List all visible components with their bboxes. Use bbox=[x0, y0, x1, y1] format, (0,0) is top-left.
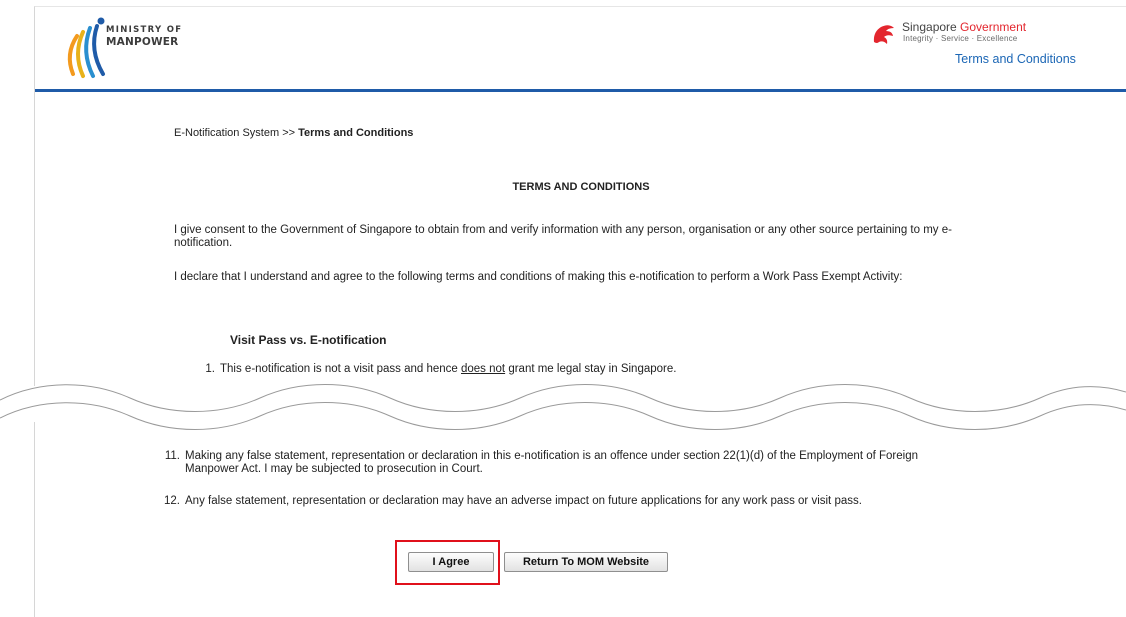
list-item-text-before: This e-notification is not a visit pass … bbox=[220, 363, 461, 375]
breadcrumb-root: E-Notification System >> bbox=[174, 127, 299, 139]
lion-head-icon bbox=[873, 25, 894, 44]
sg-gov-title-part2: Government bbox=[960, 20, 1027, 34]
mom-logo-line2: MANPOWER bbox=[106, 36, 179, 48]
consent-paragraph: I give consent to the Government of Sing… bbox=[174, 224, 952, 249]
list-item-text: This e-notification is not a visit pass … bbox=[220, 363, 676, 376]
breadcrumb: E-Notification System >> Terms and Condi… bbox=[174, 127, 413, 139]
list-item-number: 1. bbox=[205, 363, 215, 375]
list-item-text: Any false statement, representation or d… bbox=[185, 495, 862, 507]
mom-logo-line1: MINISTRY OF bbox=[106, 25, 183, 35]
content-break-wave bbox=[0, 384, 1126, 430]
sg-gov-title: Singapore Government bbox=[902, 20, 1026, 34]
declaration-paragraph: I declare that I understand and agree to… bbox=[174, 271, 903, 283]
terms-and-conditions-link[interactable]: Terms and Conditions bbox=[955, 52, 1076, 66]
list-item-number: 12. bbox=[164, 495, 180, 507]
agree-button[interactable]: I Agree bbox=[408, 552, 494, 572]
page-title: TERMS AND CONDITIONS bbox=[512, 181, 650, 193]
list-item-underlined: does not bbox=[461, 363, 506, 375]
breadcrumb-current: Terms and Conditions bbox=[298, 127, 414, 139]
mom-logo-text: MINISTRY OF MANPOWER bbox=[106, 24, 182, 48]
header-divider bbox=[35, 89, 1126, 92]
header: MINISTRY OF MANPOWER Singapore Governmen… bbox=[35, 7, 1126, 87]
sg-gov-tagline: Integrity · Service · Excellence bbox=[903, 34, 1018, 43]
page: MINISTRY OF MANPOWER Singapore Governmen… bbox=[34, 6, 1126, 617]
list-item-number: 11. bbox=[164, 450, 180, 462]
return-to-mom-website-button[interactable]: Return To MOM Website bbox=[504, 552, 668, 572]
list-item-text-after: grant me legal stay in Singapore. bbox=[505, 363, 677, 375]
sg-gov-title-part1: Singapore bbox=[902, 20, 961, 34]
list-item-text: Making any false statement, representati… bbox=[185, 450, 918, 475]
section-title: Visit Pass vs. E-notification bbox=[230, 333, 387, 347]
